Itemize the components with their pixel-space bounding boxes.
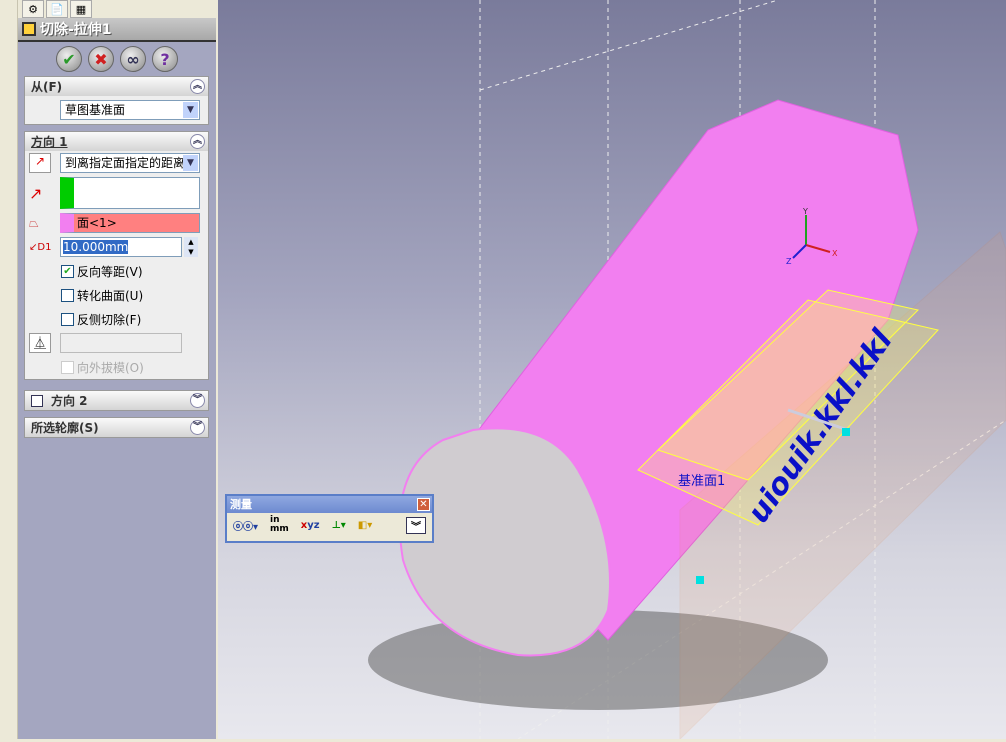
checkbox-label: 反侧切除(F) [77,312,142,327]
face-value: 面<1> [77,216,117,230]
handle [842,428,850,436]
expand-button[interactable]: ︾ [406,516,426,534]
arc-circle-measure-icon[interactable]: ⓞⓞ▾ [233,518,258,533]
measure-toolbar: 测量 ✕ ⓞⓞ▾ in mm xyz ⊥▾ ◧▾ ︾ [225,494,434,543]
distance-input[interactable]: 10.000mm [60,237,182,257]
from-value: 草图基准面 [65,103,126,117]
tab-configuration-manager[interactable]: ▦ [70,0,92,18]
direction2-checkbox[interactable] [31,394,43,407]
svg-text:Y: Y [802,207,808,216]
expand-icon[interactable]: ︾ [190,420,205,435]
svg-text:Z: Z [786,257,792,266]
plane-label: 基准面1 [678,474,725,489]
collapse-icon[interactable]: ︽ [190,134,205,149]
model-view: uiouik.kkl.kkl 基准面1 YXZ [368,0,1006,741]
from-header: 从(F) [31,80,63,94]
end-condition-value: 到离指定面指定的距离 [65,156,186,170]
direction2-header: 方向 2 [51,394,88,408]
checkbox-label: 转化曲面(U) [77,288,144,303]
direction-field[interactable] [60,177,200,209]
page-title: 切除-拉伸1 [40,22,112,38]
direction1-header: 方向 1 [31,135,68,149]
flip-side-cut-checkbox[interactable]: 反侧切除(F) [25,307,208,331]
graphics-viewport[interactable]: uiouik.kkl.kkl 基准面1 YXZ [218,0,1006,741]
contours-header: 所选轮廓(S) [31,421,99,435]
tab-property-manager[interactable]: 📄 [46,0,68,18]
from-group: 从(F) ︽ 草图基准面 ▼ [24,76,209,125]
from-select[interactable]: 草图基准面 ▼ [60,100,200,120]
left-toolbar-strip [0,0,18,739]
chevron-down-icon[interactable]: ▼ [183,155,198,171]
direction-arrow-icon: ↗ [29,183,43,203]
draft-outward-checkbox: 向外拔模(O) [25,355,208,379]
projection-icon[interactable]: ⊥▾ [332,520,346,531]
measure-title: 测量 [230,498,252,511]
direction1-group: 方向 1 ︽ ↗ 到离指定面指定的距离 ▼ ↗ ⏢ 面<1> ↙D1 10.000mm ▲ ▼… [24,131,209,380]
preview-button[interactable]: ∞ [120,46,146,72]
help-button[interactable]: ? [152,46,178,72]
feature-icon [22,22,36,36]
checkbox-label: 向外拔模(O) [77,360,144,375]
distance-value: 10.000mm [63,240,129,254]
distance-icon: ↙D1 [29,241,52,253]
flip-surface-checkbox[interactable]: 转化曲面(U) [25,283,208,307]
direction2-group: 方向 2 ︾ [24,390,209,411]
face-field[interactable]: 面<1> [60,213,200,233]
svg-text:X: X [832,249,838,258]
xyz-icon[interactable]: xyz [301,520,320,531]
draft-icon[interactable]: ⏅ [29,333,51,353]
reverse-direction-icon[interactable]: ↗ [29,153,51,173]
property-manager: ⚙ 📄 ▦ 切除-拉伸1 ✔ ✖ ∞ ? 从(F) ︽ 草图基准面 ▼ 方向 1 ︽ … [18,0,216,739]
face-icon: ⏢ [29,215,39,230]
history-icon[interactable]: ◧▾ [358,520,372,531]
cancel-button[interactable]: ✖ [88,46,114,72]
draft-angle-input [60,333,182,353]
distance-spinner[interactable]: ▲ ▼ [184,237,198,257]
expand-icon[interactable]: ︾ [190,393,205,408]
end-condition-select[interactable]: 到离指定面指定的距离 ▼ [60,153,200,173]
contours-group: 所选轮廓(S) ︾ [24,417,209,438]
chevron-down-icon[interactable]: ▼ [183,102,198,118]
checkbox-label: 反向等距(V) [77,264,143,279]
units-button[interactable]: in mm [270,516,289,534]
tab-feature-manager[interactable]: ⚙ [22,0,44,18]
ok-button[interactable]: ✔ [56,46,82,72]
reverse-offset-checkbox[interactable]: ✔ 反向等距(V) [25,259,208,283]
close-icon[interactable]: ✕ [417,498,430,511]
handle [696,576,704,584]
collapse-icon[interactable]: ︽ [190,79,205,94]
